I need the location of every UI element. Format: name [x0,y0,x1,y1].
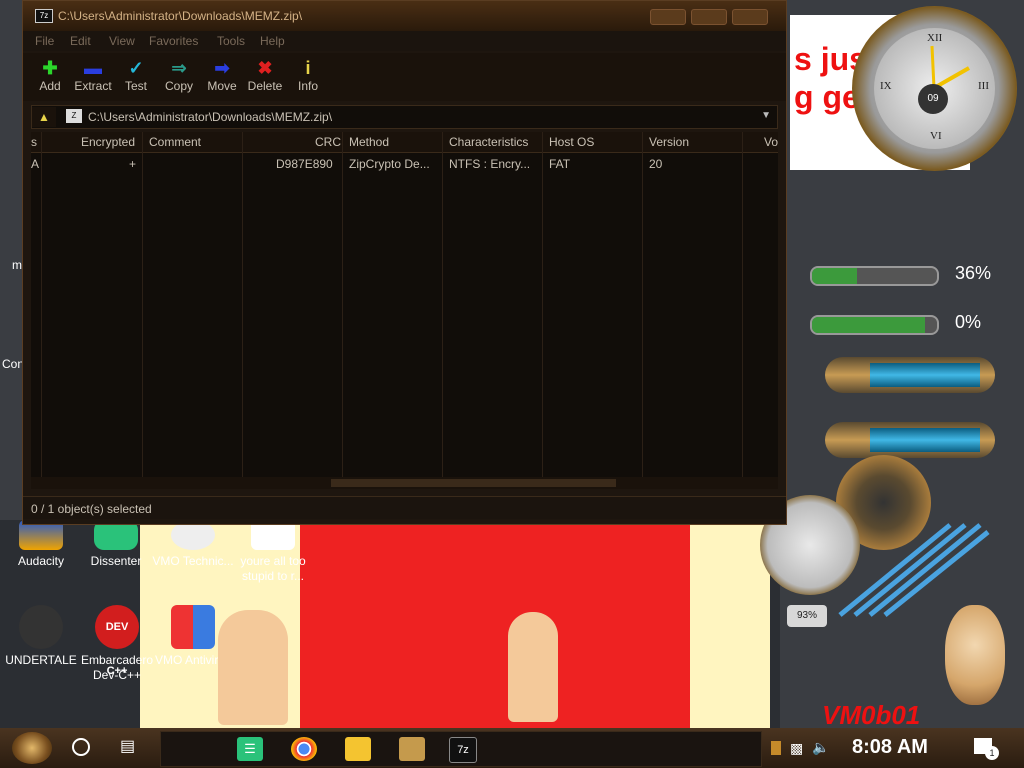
cell-encrypted: + [129,157,137,171]
menu-bar: File Edit View Favorites Tools Help [23,31,786,51]
memory-gauge-value: 0% [955,312,982,332]
desktop-icon-undertale[interactable]: UNDERTALE [0,605,82,668]
test-button-label: Test [124,79,147,93]
status-bar: 0 / 1 object(s) selected [23,496,786,519]
desktop-icon-label: Embarcadero Dev-C++ [80,653,154,682]
menu-favorites[interactable]: Favorites [149,34,198,48]
vm-logo: VM0b01 [822,700,921,730]
steam-pipe-2 [825,422,995,458]
network-icon[interactable]: ▩ [790,740,803,757]
column-header-comment[interactable]: Comment [149,135,201,149]
volume-muted-icon[interactable]: 🔈 [812,739,829,756]
menu-view[interactable]: View [109,34,135,48]
column-header-version[interactable]: Version [649,135,689,149]
app-icon: 7z [35,9,53,23]
column-header-crc[interactable]: CRC [315,135,341,149]
horizontal-scrollbar[interactable] [31,477,778,489]
move-button-label: Move [207,79,237,93]
maximize-button[interactable] [691,9,727,25]
7zip-icon[interactable]: 7z [449,737,477,763]
column-header-host-os[interactable]: Host OS [549,135,594,149]
steampunk-clock-widget[interactable]: XII III VI IX 09 [852,6,1017,171]
cpu-gauge-value: 36% [955,263,992,283]
desktop-icon-embarcadero-devcpp[interactable]: DEV C++ Embarcadero Dev-C++ [76,605,158,683]
task-view-icon[interactable]: ▤ [120,736,135,756]
close-button[interactable] [732,9,768,25]
unity-icon [19,605,63,649]
desktop-icon-label: UNDERTALE [5,653,77,667]
desktop-icon-dissenter[interactable]: Dissenter [75,520,157,569]
column-header-characteristics[interactable]: Characteristics [449,135,528,149]
add-button-label: Add [39,79,61,93]
taskbar-clock[interactable]: 8:08 AM [852,736,928,759]
cartoon-character [508,612,558,722]
minimize-button[interactable] [650,9,686,25]
menu-help[interactable]: Help [260,34,285,48]
folder-icon[interactable] [345,737,371,761]
cell-attributes: A [31,157,40,171]
search-icon[interactable] [72,738,90,756]
cell-version: 20 [649,157,663,171]
cell-characteristics: NTFS : Encry... [449,157,531,171]
notification-count-badge: 1 [985,746,999,760]
desktop-icon-youre-all-too-stupid[interactable]: youre all too stupid to r... [232,520,314,584]
column-headers: s Encrypted Comment CRC Method Character… [31,132,778,153]
window-titlebar[interactable]: 7z C:\Users\Administrator\Downloads\MEMZ… [23,1,786,31]
taskbar: ▤ ☰ 7z ▩ 🔈 8:08 AM 1 [0,728,1024,768]
clock-subdial: 09 [918,84,948,114]
menu-tools[interactable]: Tools [217,34,245,48]
cell-method: ZipCrypto De... [349,157,430,171]
taskbar-apps: ☰ 7z [160,731,762,767]
shield-icon [171,605,215,649]
memory-gauge-fill [812,317,925,333]
cell-crc: D987E890 [276,157,333,171]
dissenter-app-icon[interactable]: ☰ [237,737,263,761]
file-manager-window[interactable]: 7z C:\Users\Administrator\Downloads\MEMZ… [22,0,787,525]
desktop-icon-label: youre all too stupid to r... [240,554,306,583]
start-button[interactable] [12,732,52,764]
desktop-icon-audacity[interactable]: Audacity [0,520,82,569]
hamster-character [945,605,1005,705]
toolbar: ✚ Add ▬ Extract ✓ Test ⇒ Copy ➡ Move ✖ D… [23,53,786,101]
desktop-fragment-m: m [12,258,22,272]
memory-gauge: 0% [790,307,990,337]
chevron-down-icon[interactable]: ▼ [761,110,771,121]
window-title: C:\Users\Administrator\Downloads\MEMZ.zi… [58,9,303,23]
info-icon: i [305,58,311,78]
column-header-attributes[interactable]: s [31,135,37,149]
info-button-label: Info [297,79,318,93]
delete-button-label: Delete [247,79,283,93]
cartoon-character [218,610,288,725]
chrome-icon[interactable] [291,737,317,761]
menu-file[interactable]: File [35,34,54,48]
info-button[interactable]: i Info [283,57,333,93]
address-bar[interactable]: ▲ Z C:\Users\Administrator\Downloads\MEM… [31,105,778,129]
menu-edit[interactable]: Edit [70,34,91,48]
game-icon[interactable] [399,737,425,761]
extract-button-label: Extract [74,79,112,93]
cpu-gauge-fill [812,268,857,284]
desktop-icon-label: Dissenter [90,554,142,568]
file-list[interactable]: s Encrypted Comment CRC Method Character… [31,132,778,477]
desktop-icon-label: Audacity [17,554,65,568]
desktop-fragment-con: Con [2,357,25,371]
folder-up-icon[interactable]: ▲ [32,107,56,127]
steam-pipe-1 [825,357,995,393]
cpu-gauge: 36% [790,258,992,288]
cell-host-os: FAT [549,157,571,171]
zip-icon: Z [66,109,82,123]
column-header-encrypted[interactable]: Encrypted [81,135,135,149]
devcpp-icon: DEV C++ [95,605,139,677]
desktop-icon-vmo-technic[interactable]: VMO Technic... [152,520,234,569]
dial-percentage: 93% [787,605,827,627]
desktop-wallpaper-cream-right [690,520,770,730]
column-header-method[interactable]: Method [349,135,389,149]
desktop-icon-label: VMO Technic... [152,554,234,568]
status-text: 0 / 1 object(s) selected [31,502,152,516]
column-header-volume[interactable]: Vol [764,135,778,149]
address-path[interactable]: C:\Users\Administrator\Downloads\MEMZ.zi… [88,110,332,124]
scrollbar-thumb[interactable] [331,479,616,487]
tray-chevron-icon[interactable] [771,741,781,755]
copy-button-label: Copy [164,79,193,93]
